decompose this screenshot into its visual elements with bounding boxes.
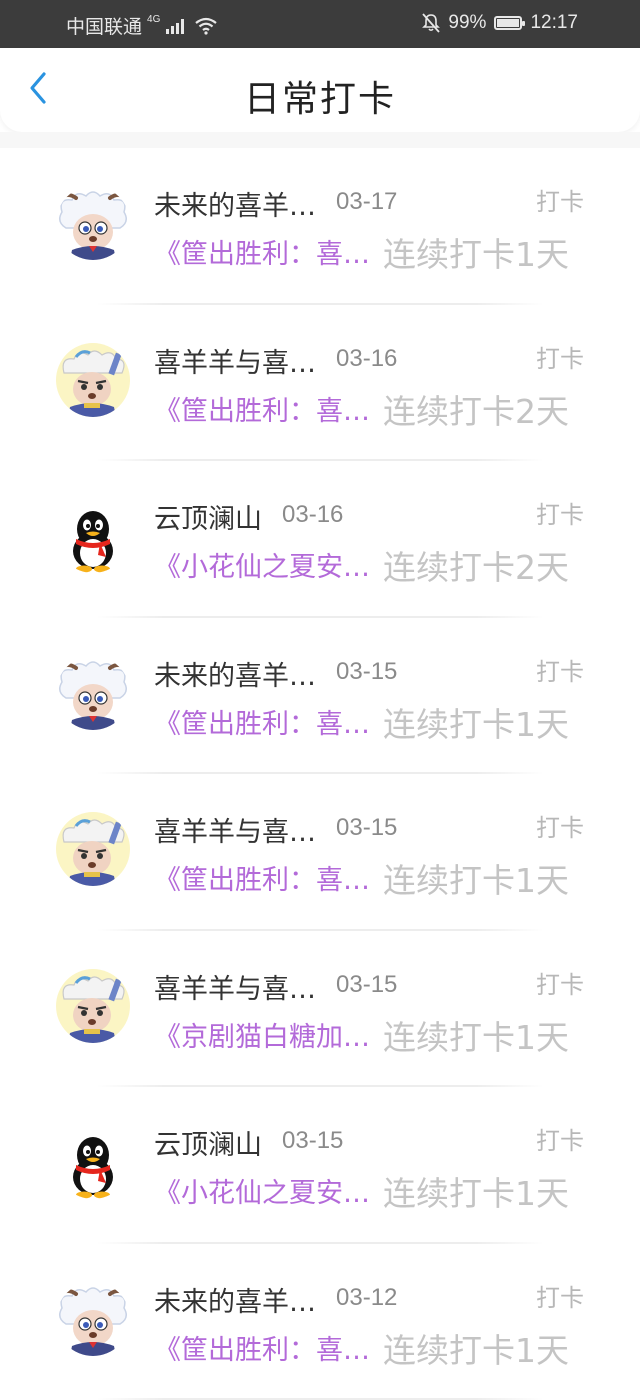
nav-header: 日常打卡 [0,48,640,132]
checkin-list-item[interactable]: 未来的喜羊… 03-17 打卡《筐出胜利：喜… 连续打卡1天 [0,148,640,305]
book-title-link[interactable]: 《筐出胜利：喜… [154,1328,370,1367]
checkin-list-item[interactable]: 喜羊羊与喜… 03-16 打卡《筐出胜利：喜… 连续打卡2天 [0,305,640,462]
avatar[interactable] [56,1282,130,1356]
checkin-date: 03-16 [282,501,343,529]
streak-count: 连续打卡2天 [383,385,569,433]
book-title-link[interactable]: 《小花仙之夏安… [154,545,370,584]
user-name: 未来的喜羊… [154,654,316,693]
user-name: 云顶澜山 [154,1123,262,1162]
checkin-list: 未来的喜羊…03-17打卡《筐出胜利：喜…连续打卡1天 喜羊羊与喜…03-16打… [0,148,640,1400]
network-type: 4G [147,14,160,25]
checkin-tag: 打卡 [536,808,584,843]
user-name: 喜羊羊与喜… [154,967,316,1006]
checkin-date: 03-16 [336,345,397,373]
checkin-date: 03-15 [336,658,397,686]
checkin-tag: 打卡 [536,652,584,687]
book-title-link[interactable]: 《小花仙之夏安… [154,1171,370,1210]
checkin-list-item[interactable]: 喜羊羊与喜… 03-15 打卡《筐出胜利：喜… 连续打卡1天 [0,774,640,931]
checkin-tag: 打卡 [536,1121,584,1156]
carrier-info: 中国联通 4G [66,12,218,39]
signal-icon [166,18,184,34]
wifi-icon [194,17,218,35]
checkin-tag: 打卡 [536,339,584,374]
checkin-tag: 打卡 [536,495,584,530]
system-status: 99% 12:17 [422,12,578,34]
avatar[interactable] [56,186,130,260]
user-name: 未来的喜羊… [154,184,316,223]
streak-count: 连续打卡1天 [383,1011,569,1059]
battery-icon [494,16,522,30]
status-bar: 中国联通 4G 99% 12:17 [0,0,640,48]
avatar[interactable] [56,656,130,730]
streak-count: 连续打卡1天 [383,228,569,276]
checkin-tag: 打卡 [536,965,584,1000]
book-title-link[interactable]: 《筐出胜利：喜… [154,232,370,271]
checkin-date: 03-12 [336,1284,397,1312]
streak-count: 连续打卡1天 [383,698,569,746]
streak-count: 连续打卡1天 [383,1324,569,1372]
checkin-list-item[interactable]: 云顶澜山 03-16 打卡《小花仙之夏安… 连续打卡2天 [0,461,640,618]
streak-count: 连续打卡1天 [383,854,569,902]
checkin-date: 03-15 [282,1127,343,1155]
streak-count: 连续打卡1天 [383,1167,569,1215]
clock: 12:17 [530,12,578,34]
book-title-link[interactable]: 《京剧猫白糖加… [154,1015,370,1054]
battery-percent: 99% [448,12,486,34]
user-name: 云顶澜山 [154,497,262,536]
checkin-tag: 打卡 [536,182,584,217]
checkin-tag: 打卡 [536,1278,584,1313]
avatar[interactable] [56,499,130,573]
mute-bell-icon [422,13,440,33]
user-name: 未来的喜羊… [154,1280,316,1319]
book-title-link[interactable]: 《筐出胜利：喜… [154,702,370,741]
page-title: 日常打卡 [0,70,640,122]
header-gap [0,132,640,148]
streak-count: 连续打卡2天 [383,541,569,589]
avatar[interactable] [56,969,130,1043]
checkin-date: 03-15 [336,971,397,999]
user-name: 喜羊羊与喜… [154,810,316,849]
book-title-link[interactable]: 《筐出胜利：喜… [154,389,370,428]
checkin-list-item[interactable]: 未来的喜羊… 03-15 打卡《筐出胜利：喜… 连续打卡1天 [0,618,640,775]
avatar[interactable] [56,812,130,886]
checkin-date: 03-17 [336,188,397,216]
checkin-date: 03-15 [336,814,397,842]
carrier-name: 中国联通 [66,12,142,39]
avatar[interactable] [56,1125,130,1199]
checkin-list-item[interactable]: 云顶澜山 03-15 打卡《小花仙之夏安… 连续打卡1天 [0,1087,640,1244]
user-name: 喜羊羊与喜… [154,341,316,380]
book-title-link[interactable]: 《筐出胜利：喜… [154,858,370,897]
checkin-list-item[interactable]: 喜羊羊与喜… 03-15 打卡《京剧猫白糖加… 连续打卡1天 [0,931,640,1088]
checkin-list-item[interactable]: 未来的喜羊… 03-12 打卡《筐出胜利：喜… 连续打卡1天 [0,1244,640,1400]
avatar[interactable] [56,343,130,417]
